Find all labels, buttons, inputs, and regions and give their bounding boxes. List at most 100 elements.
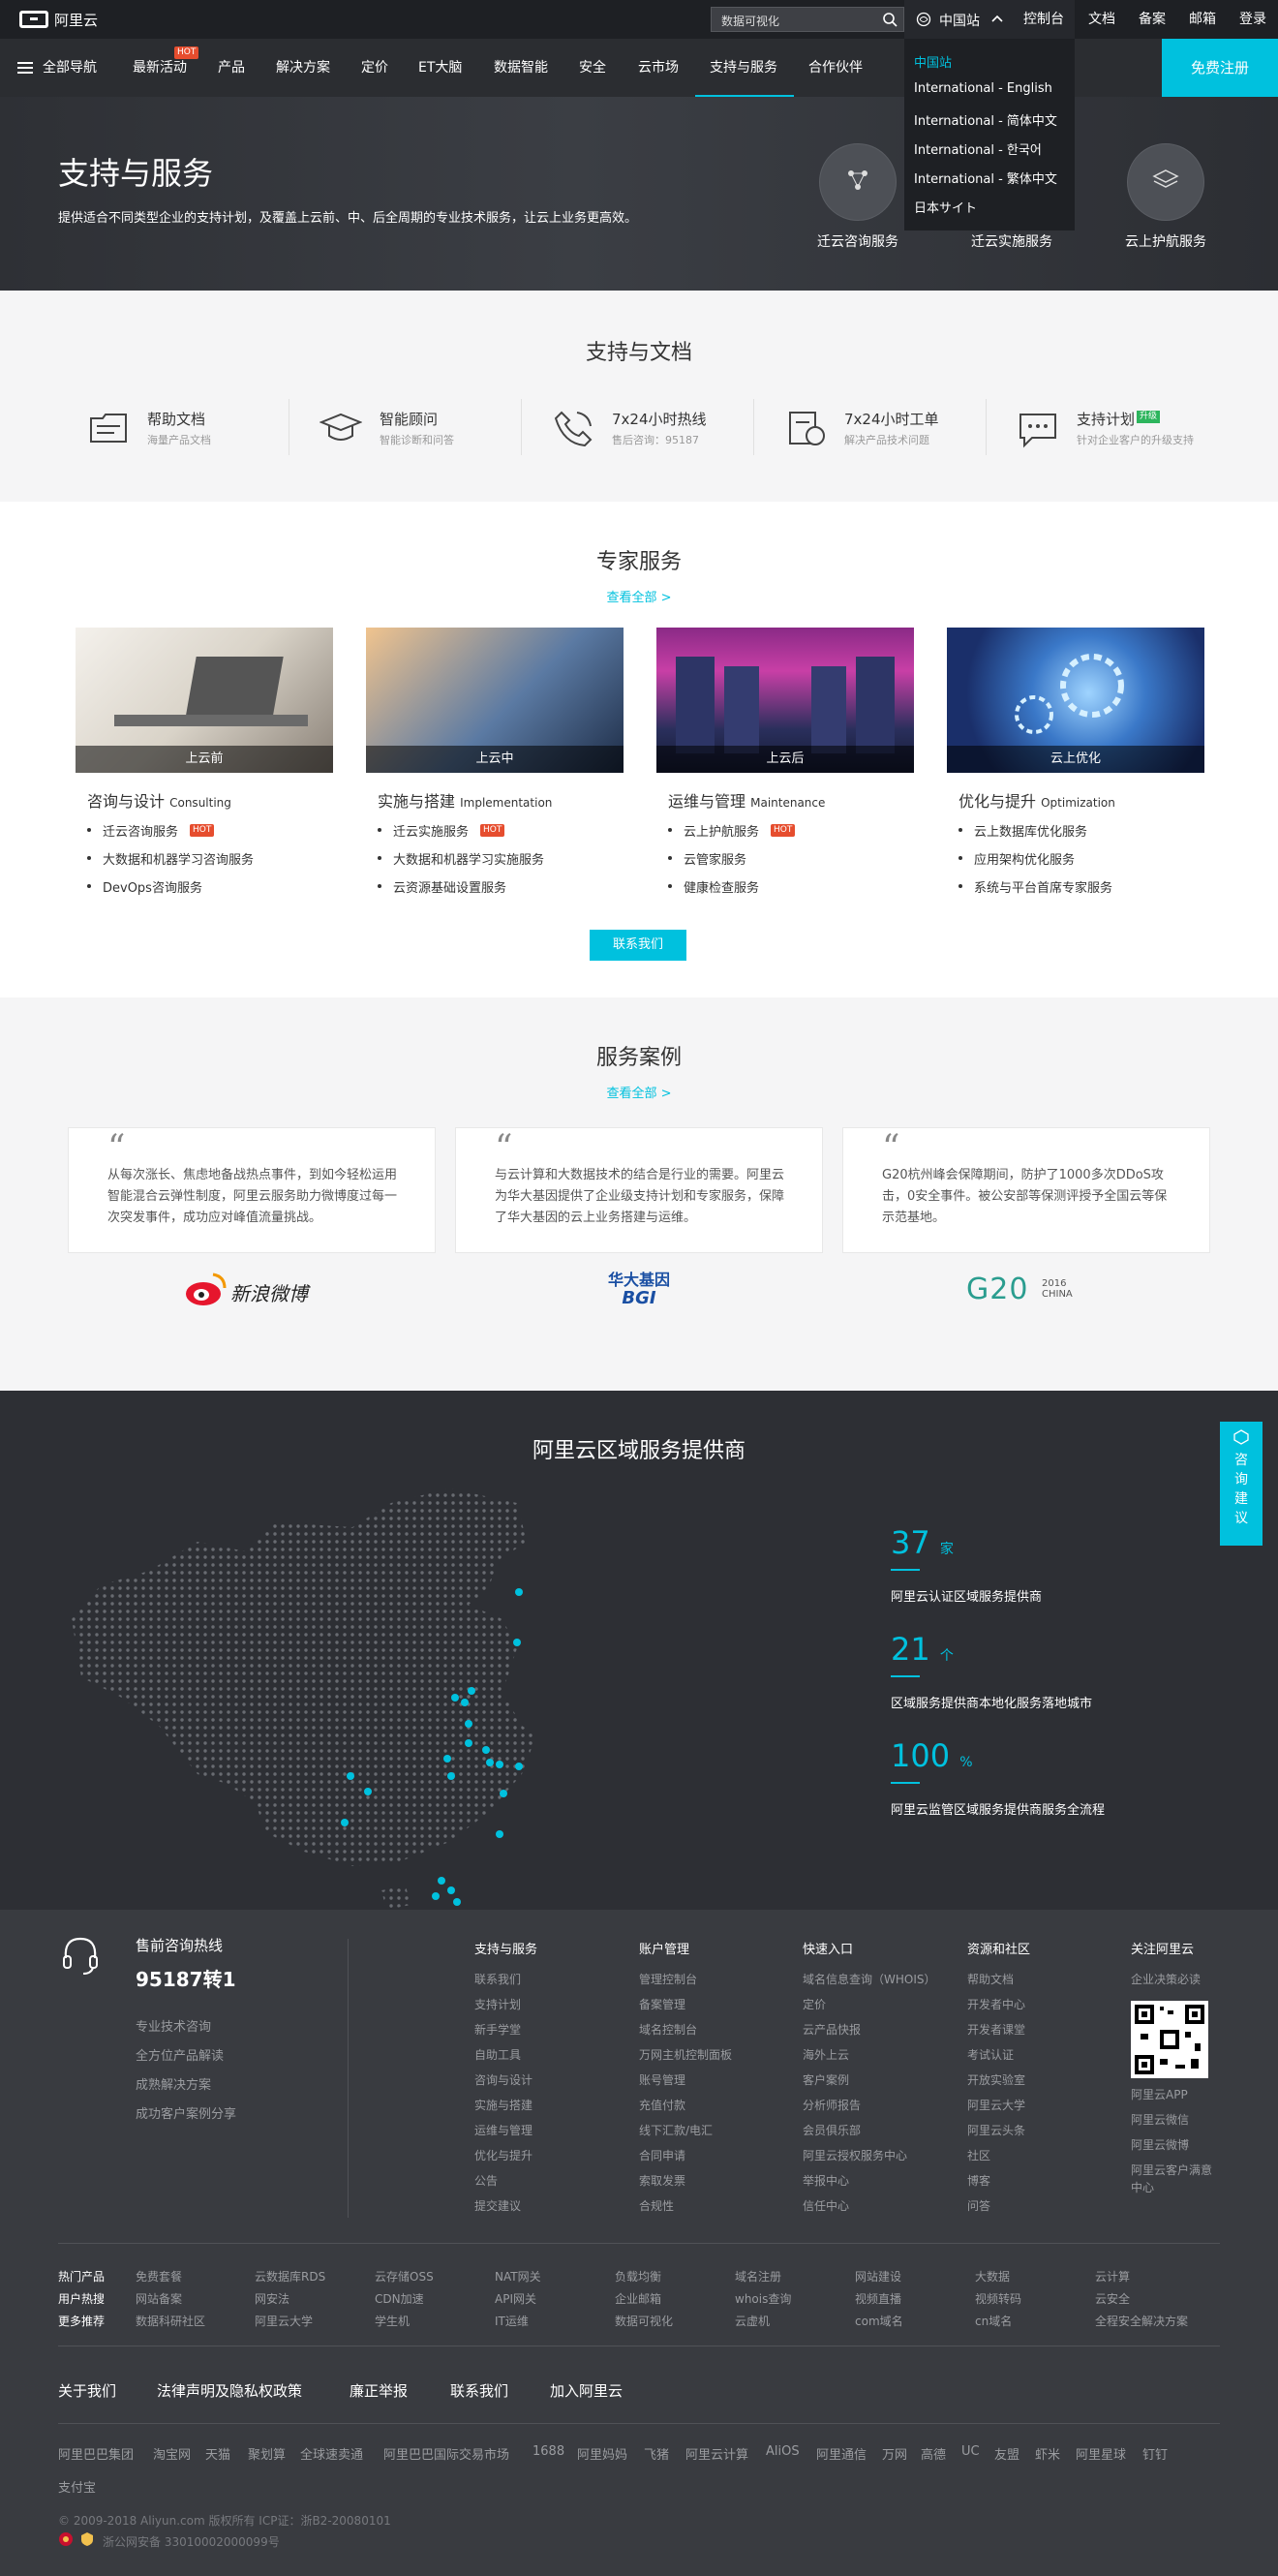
region-option[interactable]: 日本サイト (914, 198, 977, 216)
footer-link[interactable]: 企业决策必读 (1131, 1971, 1201, 1987)
service-link[interactable]: 云上护航服务 (667, 821, 759, 840)
case-card[interactable]: “从每次涨长、焦虑地备战热点事件，到如今轻松运用智能混合云弹性制度，阿里云服务助… (68, 1127, 436, 1253)
tag-link[interactable]: API网关 (495, 2290, 536, 2307)
footer-link[interactable]: 线下汇款/电汇 (639, 2122, 713, 2138)
footer-link[interactable]: 考试认证 (967, 2046, 1014, 2063)
footer-left-link[interactable]: 专业技术咨询 (136, 2016, 211, 2035)
group-link[interactable]: 全球速卖通 (300, 2444, 363, 2463)
tag-link[interactable]: 云数据库RDS (255, 2268, 325, 2285)
footer-link[interactable]: 合同申请 (639, 2147, 685, 2163)
tag-link[interactable]: 大数据 (975, 2268, 1010, 2285)
search-input[interactable]: 数据可视化 (711, 7, 904, 32)
nav-item[interactable]: 解决方案 (276, 39, 330, 97)
footer-link[interactable]: 阿里云大学 (967, 2097, 1025, 2113)
consult-float-button[interactable]: 咨询建议 (1220, 1422, 1263, 1546)
group-link[interactable]: 友盟 (994, 2444, 1019, 2463)
nav-item[interactable]: 数据智能 (494, 39, 548, 97)
tag-link[interactable]: NAT网关 (495, 2268, 541, 2285)
group-link[interactable]: 1688 (532, 2444, 564, 2459)
footer-link[interactable]: 账号管理 (639, 2071, 685, 2088)
tag-link[interactable]: 负载均衡 (615, 2268, 661, 2285)
tag-link[interactable]: com域名 (855, 2313, 903, 2329)
footer-link[interactable]: 自助工具 (474, 2046, 521, 2063)
footer-link[interactable]: 支持计划 (474, 1996, 521, 2012)
footer-link[interactable]: 万网主机控制面板 (639, 2046, 732, 2063)
group-link[interactable]: 阿里通信 (816, 2444, 867, 2463)
footer-link[interactable]: 索取发票 (639, 2172, 685, 2189)
footer-link[interactable]: 博客 (967, 2172, 990, 2189)
bottom-link[interactable]: 加入阿里云 (550, 2380, 623, 2401)
service-link[interactable]: 云管家服务 (667, 849, 746, 868)
footer-link[interactable]: 阿里云客户满意 (1131, 2162, 1212, 2178)
footer-link[interactable]: 开发者中心 (967, 1996, 1025, 2012)
footer-left-link[interactable]: 成熟解决方案 (136, 2074, 211, 2093)
aliyun-logo[interactable]: 阿里云 (19, 6, 98, 33)
service-link[interactable]: 系统与平台首席专家服务 (958, 877, 1112, 896)
doc-card-advisor[interactable]: 智能顾问 智能诊断和问答 (290, 399, 523, 457)
mail-link[interactable]: 邮箱 (1189, 0, 1216, 39)
login-link[interactable]: 登录 (1239, 0, 1266, 39)
service-link[interactable]: 云上数据库优化服务 (958, 821, 1087, 840)
tag-link[interactable]: 企业邮箱 (615, 2290, 661, 2307)
service-link[interactable]: 大数据和机器学习实施服务 (377, 849, 544, 868)
footer-link[interactable]: 域名控制台 (639, 2021, 697, 2038)
hero-service-label[interactable]: 迁云实施服务 (934, 231, 1089, 251)
footer-link[interactable]: 开放实验室 (967, 2071, 1025, 2088)
group-link[interactable]: 支付宝 (58, 2477, 96, 2496)
nav-item-active[interactable]: 支持与服务 (710, 39, 777, 97)
tag-link[interactable]: 全程安全解决方案 (1095, 2313, 1188, 2329)
footer-link[interactable]: 阿里云微信 (1131, 2111, 1189, 2128)
region-option[interactable]: International - 繁体中文 (914, 169, 1057, 187)
service-link[interactable]: 迁云实施服务 (377, 821, 469, 840)
group-link[interactable]: 阿里巴巴国际交易市场 (383, 2444, 509, 2463)
footer-link[interactable]: 合规性 (639, 2197, 674, 2214)
region-option[interactable]: International - 한국어 (914, 139, 1042, 158)
menu-icon[interactable] (17, 61, 33, 75)
tag-link[interactable]: 网安法 (255, 2290, 289, 2307)
tag-link[interactable]: whois查询 (735, 2290, 791, 2307)
service-link[interactable]: 应用架构优化服务 (958, 849, 1075, 868)
group-link[interactable]: 阿里星球 (1076, 2444, 1126, 2463)
group-link[interactable]: 天猫 (205, 2444, 230, 2463)
nav-item[interactable]: 产品 (218, 39, 245, 97)
footer-link[interactable]: 提交建议 (474, 2197, 521, 2214)
doc-card-ticket[interactable]: 7x24小时工单 解决产品技术问题 (755, 399, 988, 457)
tag-link[interactable]: 云计算 (1095, 2268, 1130, 2285)
footer-link[interactable]: 域名信息查询（WHOIS） (803, 1971, 936, 1987)
case-card[interactable]: “与云计算和大数据技术的结合是行业的需要。阿里云为华大基因提供了企业级支持计划和… (455, 1127, 823, 1253)
region-option-active[interactable]: 中国站 (914, 52, 952, 71)
search-icon[interactable] (877, 8, 902, 31)
tag-link[interactable]: 云安全 (1095, 2290, 1130, 2307)
group-link[interactable]: 飞猪 (644, 2444, 669, 2463)
cases-more-link[interactable]: 查看全部 > (0, 1083, 1278, 1101)
tag-link[interactable]: 云存储OSS (375, 2268, 434, 2285)
console-link[interactable]: 控制台 (1023, 0, 1064, 39)
tag-link[interactable]: cn域名 (975, 2313, 1012, 2329)
doc-card-help[interactable]: 帮助文档 海量产品文档 (58, 399, 290, 457)
contact-us-button[interactable]: 联系我们 (590, 930, 686, 961)
nav-item[interactable]: 合作伙伴 (808, 39, 863, 97)
footer-link[interactable]: 联系我们 (474, 1971, 521, 1987)
group-link[interactable]: 淘宝网 (153, 2444, 191, 2463)
group-link[interactable]: UC (961, 2444, 980, 2459)
doc-card-hotline[interactable]: 7x24小时热线 售后咨询：95187 (523, 399, 755, 457)
nav-all[interactable]: 全部导航 (43, 39, 97, 97)
footer-link[interactable]: 运维与管理 (474, 2122, 532, 2138)
footer-link[interactable]: 举报中心 (803, 2172, 849, 2189)
tag-link[interactable]: IT运维 (495, 2313, 529, 2329)
nav-item[interactable]: 定价 (361, 39, 388, 97)
footer-link[interactable]: 开发者课堂 (967, 2021, 1025, 2038)
footer-link[interactable]: 中心 (1131, 2179, 1154, 2195)
hero-service-label[interactable]: 迁云咨询服务 (780, 231, 935, 251)
footer-link[interactable]: 定价 (803, 1996, 826, 2012)
service-link[interactable]: DevOps咨询服务 (87, 877, 202, 896)
group-link[interactable]: AliOS (766, 2444, 800, 2459)
region-option[interactable]: International - English (914, 81, 1052, 96)
footer-link[interactable]: 会员俱乐部 (803, 2122, 861, 2138)
bottom-link[interactable]: 法律声明及隐私权政策 (157, 2380, 302, 2401)
footer-link[interactable]: 阿里云APP (1131, 2086, 1188, 2102)
footer-link[interactable]: 海外上云 (803, 2046, 849, 2063)
tag-link[interactable]: CDN加速 (375, 2290, 424, 2307)
footer-link[interactable]: 云产品快报 (803, 2021, 861, 2038)
footer-link[interactable]: 信任中心 (803, 2197, 849, 2214)
